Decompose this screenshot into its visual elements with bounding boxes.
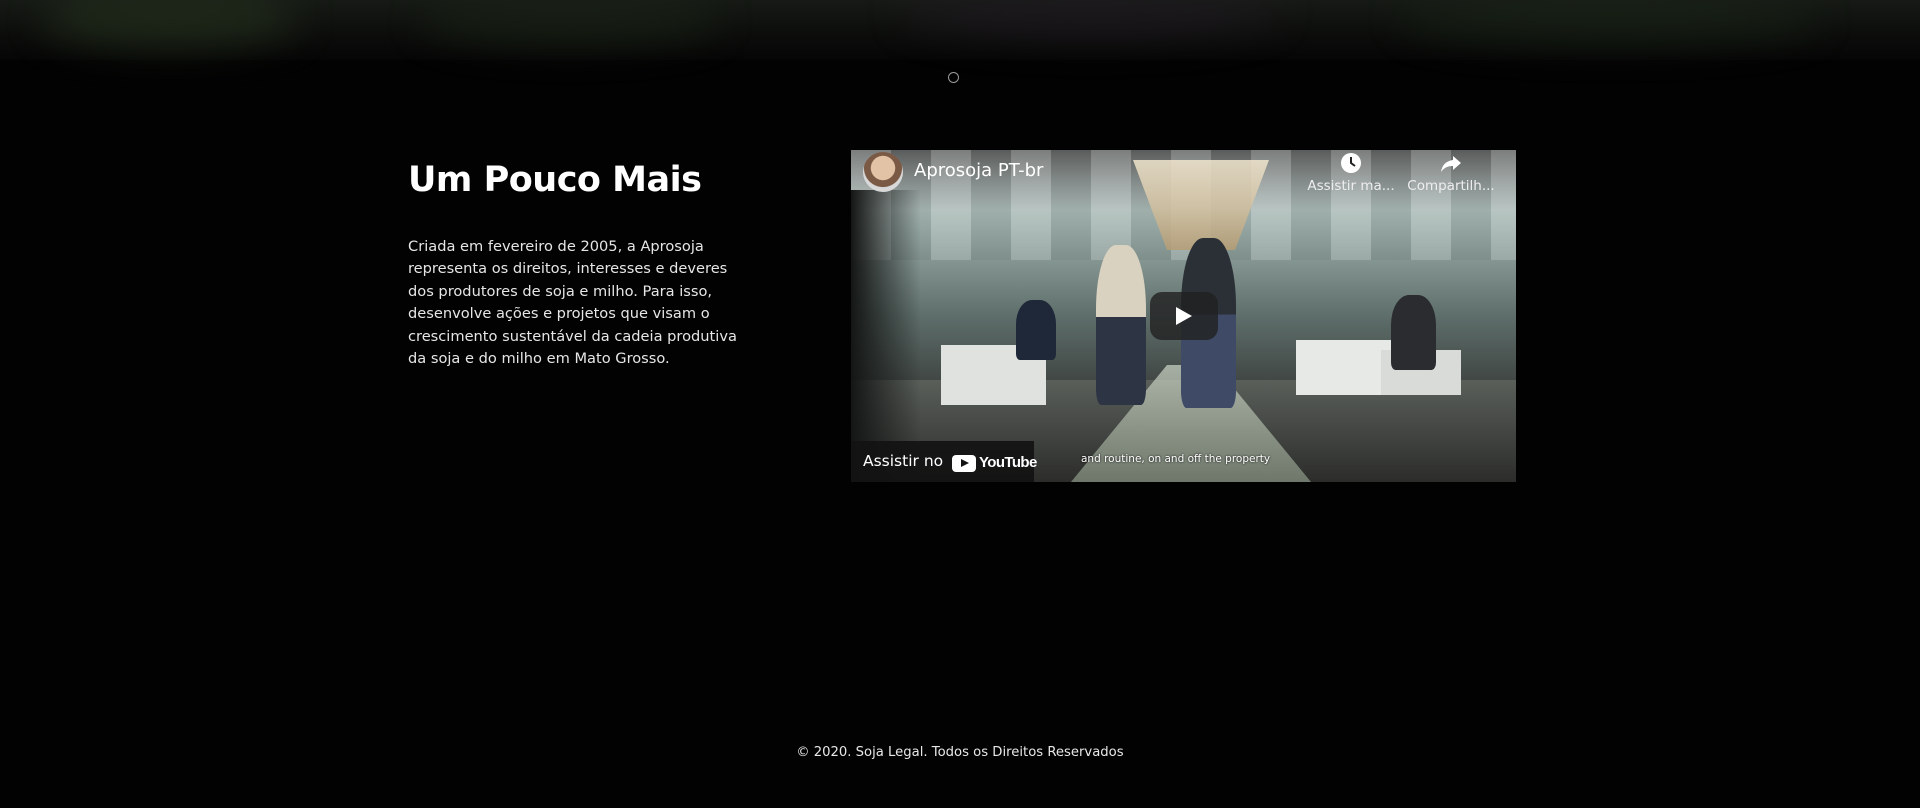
- video-thumbnail-person: [1096, 245, 1146, 405]
- play-icon: [1176, 307, 1192, 325]
- share-label: Compartilh...: [1407, 178, 1495, 194]
- youtube-video-embed[interactable]: Aprosoja PT-br Assistir ma... Compartilh…: [851, 150, 1516, 482]
- clock-icon: [1341, 153, 1361, 173]
- watch-on-label: Assistir no: [863, 452, 944, 470]
- section-description: Criada em fevereiro de 2005, a Aprosoja …: [408, 238, 737, 368]
- footer-copyright: © 2020. Soja Legal. Todos os Direitos Re…: [796, 745, 1124, 760]
- video-thumbnail-person: [1391, 295, 1436, 370]
- share-button[interactable]: Compartilh...: [1406, 152, 1496, 194]
- channel-name[interactable]: Aprosoja PT-br: [914, 160, 1043, 181]
- video-top-bar: Aprosoja PT-br Assistir ma... Compartilh…: [851, 150, 1516, 206]
- youtube-logo-text: YouTube: [979, 454, 1037, 471]
- video-thumbnail-person: [1016, 300, 1056, 360]
- watch-later-label: Assistir ma...: [1307, 178, 1395, 194]
- hero-background-strip: [0, 0, 1920, 60]
- section-title: Um Pouco Mais: [408, 160, 702, 200]
- play-button[interactable]: [1150, 292, 1218, 340]
- watch-later-button[interactable]: Assistir ma...: [1306, 152, 1396, 194]
- share-arrow-icon: [1441, 156, 1461, 172]
- watch-on-youtube-button[interactable]: Assistir no YouTube: [851, 441, 1037, 482]
- background-foliage: [40, 0, 300, 50]
- slider-dot-indicator[interactable]: [948, 72, 959, 83]
- video-thumbnail-shadow: [851, 190, 921, 482]
- background-foliage: [1400, 0, 1820, 44]
- background-foliage: [900, 0, 1280, 40]
- youtube-play-icon: [952, 455, 976, 472]
- video-caption: and routine, on and off the property: [1081, 453, 1271, 465]
- background-foliage: [420, 0, 720, 45]
- channel-avatar[interactable]: [863, 152, 903, 192]
